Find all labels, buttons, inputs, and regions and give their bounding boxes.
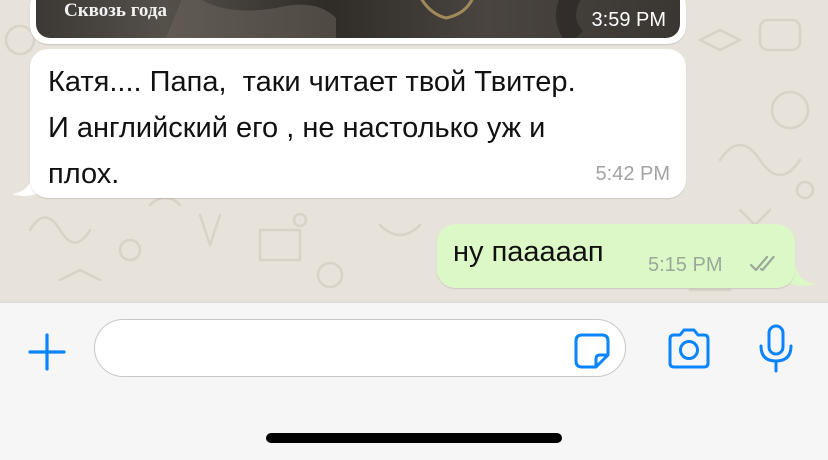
- microphone-icon[interactable]: [756, 323, 796, 375]
- incoming-message-timestamp: 5:42 PM: [595, 163, 670, 185]
- home-indicator[interactable]: [266, 433, 562, 443]
- media-image[interactable]: Сквозь года 3:59 PM: [36, 0, 680, 38]
- media-caption: Сквозь года: [64, 0, 167, 21]
- message-composer: [0, 302, 828, 460]
- plus-icon[interactable]: [26, 331, 68, 373]
- outgoing-message-timestamp: 5:15 PM: [648, 254, 723, 276]
- camera-icon[interactable]: [664, 327, 714, 371]
- chat-area[interactable]: Сквозь года 3:59 PM Катя.... Папа, таки …: [0, 0, 828, 302]
- incoming-message-text: Катя.... Папа, таки читает твой Твитер. …: [48, 66, 576, 190]
- outgoing-message-text: ну пааааап: [453, 236, 604, 268]
- media-timestamp: 3:59 PM: [591, 9, 666, 31]
- outgoing-message-bubble[interactable]: ну пааааап 5:15 PM: [437, 224, 795, 288]
- incoming-message-bubble[interactable]: Катя.... Папа, таки читает твой Твитер. …: [30, 49, 686, 198]
- media-message-bubble[interactable]: Сквозь года 3:59 PM: [30, 0, 686, 44]
- double-check-icon: [749, 255, 775, 272]
- message-input[interactable]: [94, 319, 626, 377]
- sticker-icon[interactable]: [572, 331, 612, 371]
